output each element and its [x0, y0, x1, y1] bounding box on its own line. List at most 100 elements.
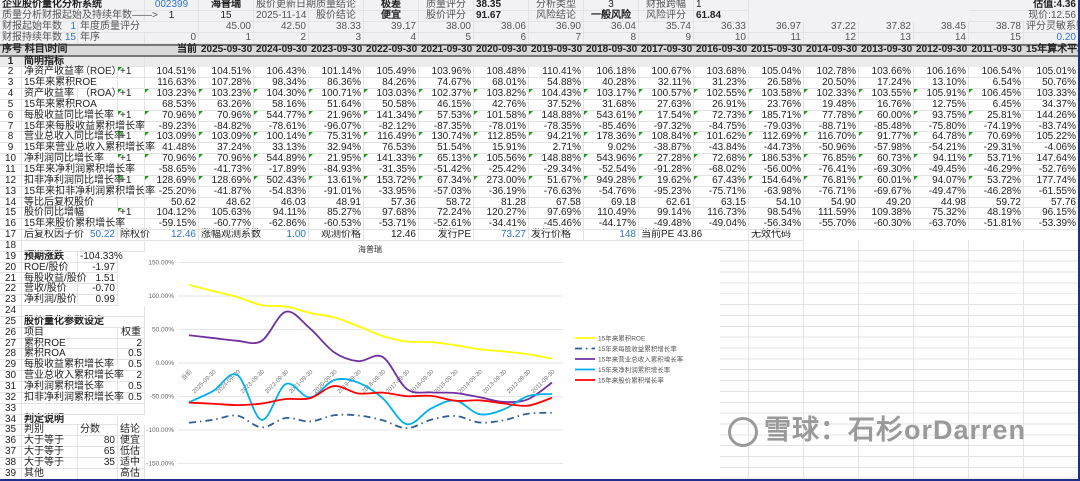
column-header-14[interactable]: 2012-09-30: [914, 44, 969, 57]
column-header-6[interactable]: 2020-09-30: [474, 44, 529, 57]
value-cell[interactable]: -63.70%: [914, 219, 969, 231]
value-cell[interactable]: -63.98%: [749, 186, 804, 198]
column-header-5[interactable]: 2021-09-30: [419, 44, 474, 57]
value-cell[interactable]: -41.87%: [199, 186, 254, 198]
value-cell[interactable]: -45.46%: [529, 219, 584, 231]
column-header-1[interactable]: 2025-09-30: [199, 44, 254, 57]
factor-price-cell[interactable]: 50.22: [78, 229, 118, 241]
coef-cell[interactable]: 1.00: [254, 229, 309, 241]
value-cell[interactable]: -75.71%: [694, 186, 749, 198]
column-header-8[interactable]: 2018-09-30: [584, 44, 639, 57]
period-start-cell[interactable]: 1: [145, 10, 199, 22]
value-cell[interactable]: 543.61%: [584, 110, 639, 122]
value-cell[interactable]: -91.01%: [309, 186, 364, 198]
column-header-9[interactable]: 2017-09-30: [639, 44, 694, 57]
value-cell[interactable]: -46.28%: [969, 186, 1024, 198]
column-header-12[interactable]: 2014-09-30: [804, 44, 859, 57]
value-cell[interactable]: 141.34%: [364, 110, 419, 122]
row-label: 15年来股价累积增长率: [22, 218, 126, 231]
year-order-cell: 10: [694, 32, 749, 44]
x-tick-label: 2022-09-30: [264, 369, 290, 395]
row-number: 16: [0, 219, 22, 231]
judge-score-cell[interactable]: [78, 468, 118, 480]
offset-cell[interactable]: +1: [118, 110, 145, 122]
param-weight-cell[interactable]: 0.5: [118, 392, 145, 404]
value-cell[interactable]: 21.96%: [309, 110, 364, 122]
column-header-7[interactable]: 2019-09-30: [529, 44, 584, 57]
value-cell[interactable]: 70.96%: [145, 110, 199, 122]
value-cell[interactable]: -95.23%: [639, 186, 694, 198]
snowball-logo-icon: [728, 416, 758, 447]
value-cell[interactable]: -60.30%: [859, 219, 914, 231]
sensitivity-cell[interactable]: 0.20: [1024, 32, 1079, 44]
x-tick-label: 2020-09-30: [313, 369, 339, 395]
value-cell[interactable]: -51.81%: [969, 219, 1024, 231]
value-cell[interactable]: -49.04%: [694, 219, 749, 231]
value-cell[interactable]: -53.39%: [1024, 219, 1079, 231]
column-header-2[interactable]: 2024-09-30: [254, 44, 309, 57]
value-cell[interactable]: -53.71%: [364, 219, 419, 231]
value-cell[interactable]: 25.81%: [969, 110, 1024, 122]
value-cell[interactable]: 72.73%: [694, 110, 749, 122]
header-seq-text: 序号: [2, 43, 22, 55]
value-cell[interactable]: 57.53%: [419, 110, 474, 122]
value-cell[interactable]: 60.00%: [859, 110, 914, 122]
column-header-10[interactable]: 2016-09-30: [694, 44, 749, 57]
judge-rule: 其他: [22, 468, 78, 480]
value-cell[interactable]: -62.86%: [254, 219, 309, 231]
column-header-16[interactable]: 15年算术平均: [1024, 44, 1080, 57]
value-cell[interactable]: -44.17%: [584, 219, 639, 231]
value-cell[interactable]: -60.53%: [309, 219, 364, 231]
x-tick-label: 2023-09-30: [240, 369, 266, 395]
value-cell[interactable]: 17.54%: [639, 110, 694, 122]
value-cell[interactable]: -34.41%: [474, 219, 529, 231]
year-order-cell: 6: [474, 32, 529, 44]
weight-label: 权重: [118, 327, 145, 339]
value-cell[interactable]: 148.88%: [529, 110, 584, 122]
value-cell[interactable]: -56.34%: [749, 219, 804, 231]
value-cell[interactable]: -49.48%: [639, 219, 694, 231]
value-cell[interactable]: -61.55%: [1024, 186, 1079, 198]
value-cell[interactable]: -59.15%: [145, 219, 199, 231]
value-cell[interactable]: -76.71%: [804, 186, 859, 198]
value-cell[interactable]: -52.61%: [419, 219, 474, 231]
duration-cell[interactable]: 15: [22, 32, 78, 44]
value-cell[interactable]: 544.77%: [254, 110, 309, 122]
ipo-price-cell[interactable]: 148: [584, 229, 639, 241]
judge-score-cell[interactable]: 35: [78, 457, 118, 469]
y-tick-label: 50.00%: [152, 327, 174, 334]
row-number: 39: [0, 468, 22, 480]
column-header-0[interactable]: 当前: [145, 44, 199, 57]
column-header-15[interactable]: 2011-09-30: [969, 44, 1024, 57]
value-cell[interactable]: 185.71%: [749, 110, 804, 122]
value-cell[interactable]: -55.70%: [804, 219, 859, 231]
value-cell[interactable]: 70.96%: [199, 110, 254, 122]
value-cell[interactable]: -69.67%: [859, 186, 914, 198]
value-cell[interactable]: 144.26%: [1024, 110, 1079, 122]
value-cell[interactable]: -49.47%: [914, 186, 969, 198]
ex-price-cell[interactable]: 12.46: [145, 229, 199, 241]
column-header-4[interactable]: 2022-09-30: [364, 44, 419, 57]
value-cell[interactable]: -60.77%: [199, 219, 254, 231]
year-order-cell: 4: [364, 32, 419, 44]
column-header-11[interactable]: 2015-09-30: [749, 44, 804, 57]
offset-cell[interactable]: +1: [118, 67, 145, 79]
value-cell[interactable]: -54.76%: [584, 186, 639, 198]
column-header-13[interactable]: 2013-09-30: [859, 44, 914, 57]
value-cell[interactable]: -25.20%: [145, 186, 199, 198]
year-order-cell: 14: [914, 32, 969, 44]
value-cell[interactable]: 77.78%: [804, 110, 859, 122]
value-cell[interactable]: 101.58%: [474, 110, 529, 122]
value-cell[interactable]: -33.95%: [364, 186, 419, 198]
obs-price: 12.46: [364, 229, 419, 241]
x-tick-label: 当前: [179, 368, 193, 382]
value-cell[interactable]: -54.83%: [254, 186, 309, 198]
value-cell[interactable]: 93.75%: [914, 110, 969, 122]
value-cell[interactable]: -57.03%: [419, 186, 474, 198]
row-number: 26: [0, 327, 22, 339]
column-header-3[interactable]: 2023-09-30: [309, 44, 364, 57]
ipo-pe-cell[interactable]: 73.27: [474, 229, 529, 241]
value-cell[interactable]: -36.19%: [474, 186, 529, 198]
value-cell[interactable]: -76.63%: [529, 186, 584, 198]
offset-cell[interactable]: +1: [118, 88, 145, 100]
